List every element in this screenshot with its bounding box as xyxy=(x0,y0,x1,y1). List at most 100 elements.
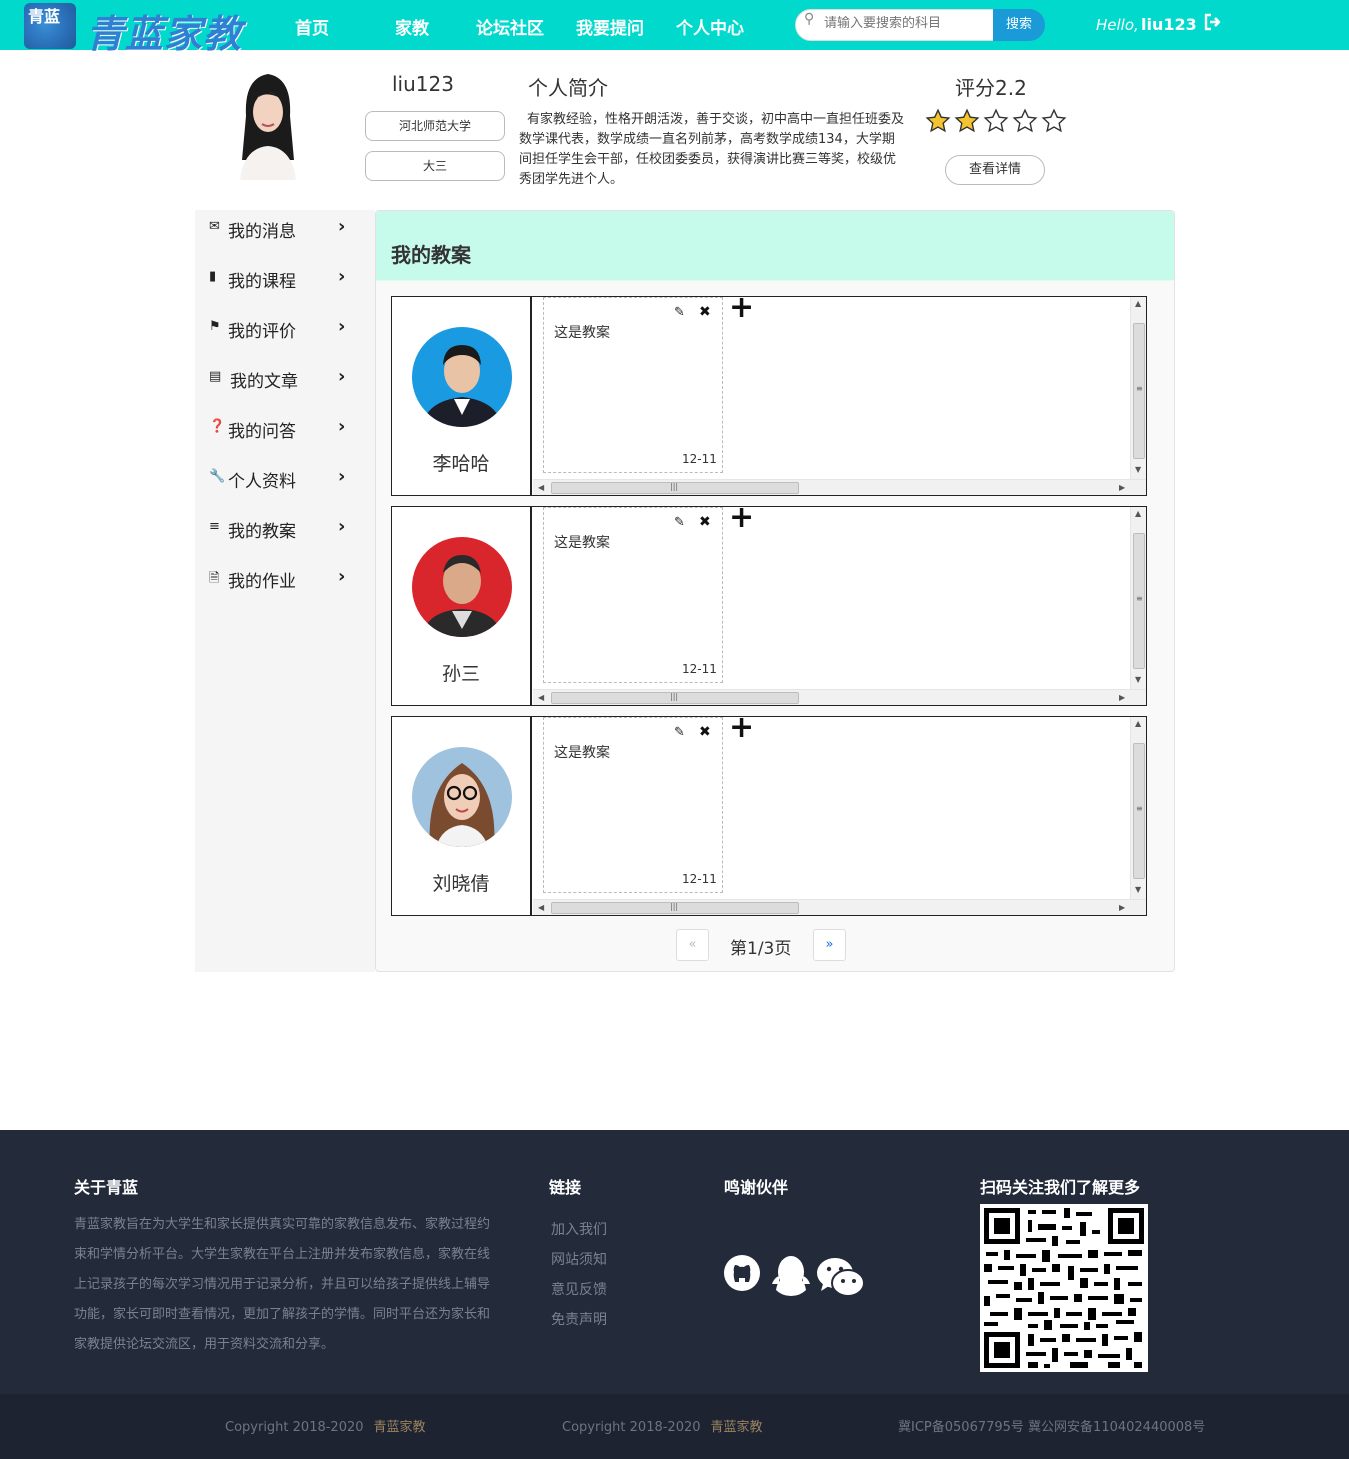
view-detail-button[interactable]: 查看详情 xyxy=(945,155,1045,185)
panel-title: 我的教案 xyxy=(391,243,471,267)
wechat-icon[interactable] xyxy=(815,1256,867,1304)
sidebar-item-label: 我的评价 xyxy=(228,322,296,342)
lesson-plan-card[interactable]: ✎ ✖ 这是教案 12-11 xyxy=(543,297,723,473)
edit-icon[interactable]: ✎ xyxy=(674,725,685,740)
scrollbar-thumb[interactable]: ≡ xyxy=(1133,533,1145,669)
sidebar-item-lesson-plans[interactable]: ≡ 我的教案 › xyxy=(195,510,375,546)
lesson-plan-card[interactable]: ✎ ✖ 这是教案 12-11 xyxy=(543,717,723,893)
footer-link-notice[interactable]: 网站须知 xyxy=(551,1249,607,1269)
sidebar-item-courses[interactable]: ▮ 我的课程 › xyxy=(195,260,375,296)
star-filled-icon xyxy=(925,108,951,133)
scrollbar-thumb[interactable]: ||| xyxy=(551,902,799,914)
logout-icon[interactable] xyxy=(1203,12,1223,37)
nav-forum[interactable]: 论坛社区 xyxy=(476,14,544,39)
footer-link-join[interactable]: 加入我们 xyxy=(551,1219,607,1239)
nav-tutor[interactable]: 家教 xyxy=(395,14,429,39)
profile-name: liu123 xyxy=(392,72,454,96)
qq-icon[interactable] xyxy=(770,1254,812,1302)
chevron-right-icon: › xyxy=(338,216,346,237)
layers-icon: ≡ xyxy=(209,519,220,534)
star-empty-icon xyxy=(1041,108,1067,133)
lesson-plan-date: 12-11 xyxy=(682,662,717,676)
close-icon[interactable]: ✖ xyxy=(699,304,711,320)
student-name: 李哈哈 xyxy=(432,453,490,475)
sidebar-item-messages[interactable]: ✉ 我的消息 › xyxy=(195,210,375,246)
student-row: 李哈哈 ✎ ✖ 这是教案 12-11 + ▲ ≡ ▼ ◀ ||| ▶ xyxy=(391,296,1147,496)
search-button[interactable]: 搜索 xyxy=(993,9,1045,41)
scroll-up-icon[interactable]: ▲ xyxy=(1135,509,1141,518)
edit-icon[interactable]: ✎ xyxy=(674,515,685,530)
scroll-down-icon[interactable]: ▼ xyxy=(1135,885,1141,894)
scroll-left-icon[interactable]: ◀ xyxy=(538,693,544,702)
vertical-scrollbar[interactable]: ▲ ≡ ▼ xyxy=(1130,297,1146,479)
close-icon[interactable]: ✖ xyxy=(699,724,711,740)
scrollbar-thumb[interactable]: ||| xyxy=(551,692,799,704)
lesson-plan-card[interactable]: ✎ ✖ 这是教案 12-11 xyxy=(543,507,723,683)
qr-code xyxy=(980,1204,1148,1372)
horizontal-scrollbar[interactable]: ◀ ||| ▶ xyxy=(533,479,1146,495)
footer-qr-title: 扫码关注我们了解更多 xyxy=(980,1178,1141,1197)
lesson-plan-scroller[interactable]: ✎ ✖ 这是教案 12-11 + ▲ ≡ ▼ ◀ ||| ▶ xyxy=(533,297,1146,495)
scroll-down-icon[interactable]: ▼ xyxy=(1135,465,1141,474)
school-pill: 河北师范大学 xyxy=(365,111,505,141)
student-avatar xyxy=(412,747,512,847)
footer-bottom-bar: Copyright 2018-2020 青蓝家教 Copyright 2018-2… xyxy=(0,1394,1349,1459)
sidebar-item-reviews[interactable]: ⚑ 我的评价 › xyxy=(195,310,375,346)
copyright-text: Copyright 2018-2020 青蓝家教 xyxy=(225,1416,426,1435)
horizontal-scrollbar[interactable]: ◀ ||| ▶ xyxy=(533,689,1146,705)
chevron-right-icon: › xyxy=(338,416,346,437)
brand-link[interactable]: 青蓝家教 xyxy=(711,1420,763,1435)
chevron-right-icon: › xyxy=(338,316,346,337)
sidebar-item-qa[interactable]: ❓ 我的问答 › xyxy=(195,410,375,446)
lesson-plan-date: 12-11 xyxy=(682,872,717,886)
sidebar-item-articles[interactable]: ▤ 我的文章 › xyxy=(195,360,375,396)
scroll-up-icon[interactable]: ▲ xyxy=(1135,719,1141,728)
scrollbar-thumb[interactable]: ≡ xyxy=(1133,743,1145,879)
lesson-plan-scroller[interactable]: ✎ ✖ 这是教案 12-11 + ▲ ≡ ▼ ◀ ||| ▶ xyxy=(533,717,1146,915)
newspaper-icon: ▤ xyxy=(209,369,222,384)
vertical-scrollbar[interactable]: ▲ ≡ ▼ xyxy=(1130,507,1146,689)
logo-text[interactable]: 青蓝家教 xyxy=(86,3,242,58)
nav-personal-center[interactable]: 个人中心 xyxy=(676,14,744,39)
nav-ask[interactable]: 我要提问 xyxy=(576,14,644,39)
scroll-right-icon[interactable]: ▶ xyxy=(1119,483,1125,492)
nav-home[interactable]: 首页 xyxy=(295,14,329,39)
footer-link-feedback[interactable]: 意见反馈 xyxy=(551,1279,607,1299)
brand-link[interactable]: 青蓝家教 xyxy=(374,1420,426,1435)
student-row: 孙三 ✎ ✖ 这是教案 12-11 + ▲ ≡ ▼ ◀ ||| ▶ xyxy=(391,506,1147,706)
star-empty-icon xyxy=(1012,108,1038,133)
add-plan-icon[interactable]: + xyxy=(729,297,754,323)
pager-prev-button[interactable]: « xyxy=(676,929,709,961)
pager-next-button[interactable]: » xyxy=(813,929,846,961)
student-info: 孙三 xyxy=(392,507,532,705)
star-empty-icon xyxy=(983,108,1009,133)
horizontal-scrollbar[interactable]: ◀ ||| ▶ xyxy=(533,899,1146,915)
logo-mark[interactable]: 青蓝 xyxy=(24,3,76,49)
scroll-up-icon[interactable]: ▲ xyxy=(1135,299,1141,308)
sidebar-item-profile[interactable]: 🔧 个人资料 › xyxy=(195,460,375,496)
scroll-left-icon[interactable]: ◀ xyxy=(538,483,544,492)
lesson-plan-scroller[interactable]: ✎ ✖ 这是教案 12-11 + ▲ ≡ ▼ ◀ ||| ▶ xyxy=(533,507,1146,705)
header-username[interactable]: liu123 xyxy=(1141,15,1197,34)
student-info: 刘晓倩 xyxy=(392,717,532,915)
scroll-down-icon[interactable]: ▼ xyxy=(1135,675,1141,684)
score-label: 评分2.2 xyxy=(955,76,1027,100)
sidebar-item-homework[interactable]: 🗎 我的作业 › xyxy=(195,560,375,596)
close-icon[interactable]: ✖ xyxy=(699,514,711,530)
vertical-scrollbar[interactable]: ▲ ≡ ▼ xyxy=(1130,717,1146,899)
scrollbar-thumb[interactable]: ≡ xyxy=(1133,323,1145,459)
student-name: 刘晓倩 xyxy=(432,873,490,895)
scrollbar-thumb[interactable]: ||| xyxy=(551,482,799,494)
panel-header: 我的教案 xyxy=(376,211,1174,281)
edit-icon[interactable]: ✎ xyxy=(674,305,685,320)
footer-link-disclaimer[interactable]: 免责声明 xyxy=(551,1309,607,1329)
scroll-right-icon[interactable]: ▶ xyxy=(1119,903,1125,912)
question-circle-icon: ❓ xyxy=(209,419,226,434)
scroll-right-icon[interactable]: ▶ xyxy=(1119,693,1125,702)
search-box: ⚲ xyxy=(795,9,995,41)
add-plan-icon[interactable]: + xyxy=(729,717,754,743)
search-input[interactable] xyxy=(824,16,989,31)
add-plan-icon[interactable]: + xyxy=(729,507,754,533)
github-icon[interactable] xyxy=(723,1254,761,1296)
scroll-left-icon[interactable]: ◀ xyxy=(538,903,544,912)
